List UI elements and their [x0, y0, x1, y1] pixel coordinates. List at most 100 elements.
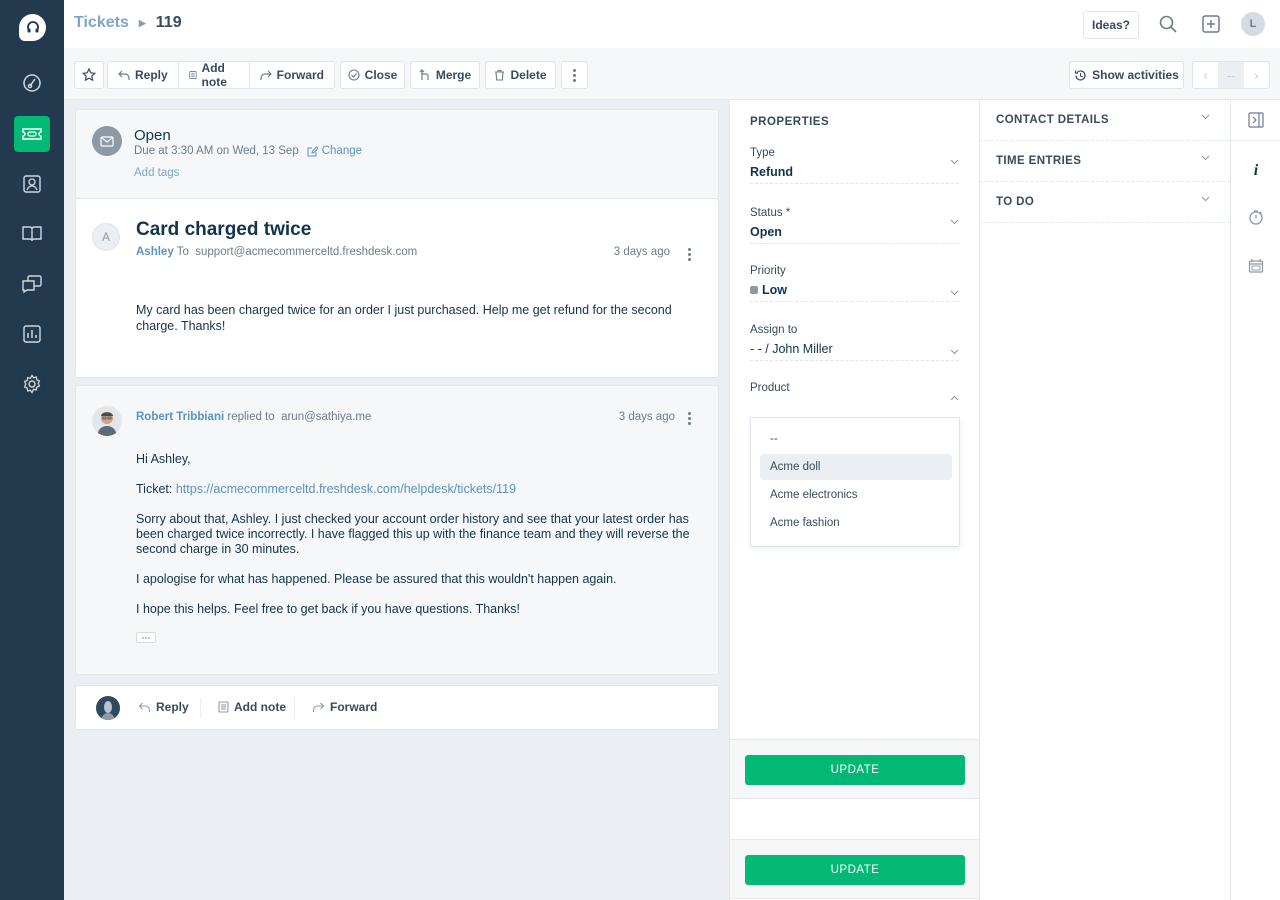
- reply-paragraph: I hope this helps. Feel free to get back…: [136, 602, 521, 616]
- reply-more-icon[interactable]: [682, 410, 696, 426]
- agent-reply-card: Robert Tribbiani replied to arun@sathiya…: [75, 385, 719, 675]
- chevron-down-icon: [950, 290, 959, 296]
- toolbar-close-label: Close: [364, 68, 398, 82]
- chevron-down-icon: [1201, 155, 1210, 161]
- nav-admin[interactable]: [14, 366, 50, 402]
- toolbar-more-button[interactable]: [561, 61, 588, 89]
- collapse-panel-button[interactable]: [1246, 110, 1266, 130]
- change-label: Change: [321, 145, 363, 157]
- add-note-button[interactable]: Add note: [218, 700, 286, 714]
- calendar-button[interactable]: [1246, 256, 1266, 276]
- status-select[interactable]: Open: [750, 212, 959, 244]
- priority-select[interactable]: Low: [750, 270, 959, 302]
- reply-button[interactable]: Reply: [138, 700, 189, 714]
- toolbar-forward-button[interactable]: Forward: [250, 62, 334, 88]
- show-quoted-text-button[interactable]: [136, 632, 156, 643]
- sidebar-widgets: CONTACT DETAILS TIME ENTRIES TO DO: [980, 100, 1230, 900]
- info-icon: i: [1253, 162, 1259, 179]
- update-button[interactable]: UPDATE: [745, 755, 965, 785]
- stopwatch-icon: [1249, 210, 1263, 225]
- top-header: Tickets ▶ 119 Ideas? L: [64, 0, 1280, 48]
- assign-select[interactable]: - - / John Miller: [750, 329, 959, 361]
- to-label: To: [176, 246, 189, 258]
- message-more-icon[interactable]: [682, 246, 696, 262]
- user-avatar[interactable]: L: [1241, 12, 1265, 36]
- properties-title: PROPERTIES: [750, 116, 830, 128]
- product-option[interactable]: Acme doll: [760, 454, 952, 480]
- reply-label: Reply: [156, 700, 189, 714]
- divider: [200, 698, 201, 718]
- agent-name-link[interactable]: Robert Tribbiani: [136, 411, 224, 423]
- speedometer-icon: [23, 74, 41, 92]
- reply-icon: [138, 702, 151, 712]
- freshdesk-logo[interactable]: [19, 14, 46, 41]
- toolbar-add-note-button[interactable]: Add note: [179, 61, 250, 89]
- timer-button[interactable]: [1246, 207, 1266, 227]
- reply-body: Hi Ashley, Ticket: https://acmecommercel…: [136, 452, 706, 632]
- note-icon: [189, 71, 197, 79]
- product-select[interactable]: [750, 388, 959, 410]
- nav-dashboard[interactable]: [14, 65, 50, 101]
- change-due-link[interactable]: Change: [307, 145, 362, 157]
- gear-icon: [23, 374, 41, 394]
- toolbar-merge-button[interactable]: Merge: [410, 61, 480, 89]
- breadcrumb-separator-icon: ▶: [138, 17, 146, 28]
- time-entries-section[interactable]: TIME ENTRIES: [980, 141, 1230, 182]
- type-select[interactable]: Refund: [750, 152, 959, 184]
- toolbar-close-button[interactable]: Close: [340, 61, 405, 89]
- reply-actions-group: Reply Add note Forward: [107, 61, 335, 89]
- type-value: Refund: [750, 165, 794, 179]
- check-circle-icon: [348, 69, 360, 81]
- nav-contacts[interactable]: [14, 166, 50, 202]
- email-source-icon: [92, 126, 122, 156]
- product-option[interactable]: --: [760, 426, 952, 452]
- product-option[interactable]: Acme fashion: [760, 510, 952, 536]
- panel-collapse-icon: [1248, 112, 1264, 128]
- forward-button[interactable]: Forward: [312, 700, 377, 714]
- nav-tickets[interactable]: [14, 116, 50, 152]
- original-message-card: A Card charged twice Ashley To support@a…: [75, 198, 719, 378]
- nav-solutions[interactable]: [14, 216, 50, 252]
- todo-section[interactable]: TO DO: [980, 182, 1230, 223]
- requester-name-link[interactable]: Ashley: [136, 246, 174, 258]
- info-button[interactable]: i: [1246, 161, 1266, 181]
- contact-details-section[interactable]: CONTACT DETAILS: [980, 100, 1230, 141]
- calendar-icon: [1248, 259, 1264, 273]
- breadcrumb-tickets-link[interactable]: Tickets: [74, 14, 129, 32]
- show-activities-button[interactable]: Show activities: [1069, 61, 1184, 89]
- time-entries-title: TIME ENTRIES: [996, 155, 1082, 167]
- search-button[interactable]: [1157, 13, 1179, 35]
- due-line: Due at 3:30 AM on Wed, 13 Sep Change: [134, 145, 362, 157]
- right-rail: i: [1230, 100, 1280, 900]
- toolbar-delete-button[interactable]: Delete: [485, 61, 556, 89]
- edit-icon: [307, 145, 318, 156]
- chevron-right-icon: ›: [1254, 67, 1259, 83]
- search-icon: [1159, 15, 1177, 33]
- priority-value-wrap: Low: [750, 283, 787, 297]
- new-item-button[interactable]: [1200, 13, 1222, 35]
- toolbar-reply-button[interactable]: Reply: [108, 62, 179, 88]
- ideas-button[interactable]: Ideas?: [1083, 11, 1139, 39]
- ticket-url-link[interactable]: https://acmecommerceltd.freshdesk.com/he…: [176, 482, 516, 496]
- add-tags-link[interactable]: Add tags: [134, 167, 179, 179]
- reply-time: 3 days ago: [618, 411, 675, 423]
- next-ticket-button[interactable]: ›: [1244, 62, 1269, 88]
- update-button[interactable]: UPDATE: [745, 855, 965, 885]
- toolbar-merge-label: Merge: [435, 68, 472, 82]
- due-date: Due at 3:30 AM on Wed, 13 Sep: [134, 145, 299, 157]
- ticket-status: Open: [134, 127, 171, 144]
- reply-ticket-line: Ticket: https://acmecommerceltd.freshdes…: [136, 482, 706, 497]
- todo-title: TO DO: [996, 196, 1035, 208]
- assign-value: - - / John Miller: [750, 342, 833, 356]
- merge-icon: [419, 69, 429, 80]
- nav-reports[interactable]: [14, 316, 50, 352]
- star-button[interactable]: [74, 61, 104, 89]
- bar-chart-icon: [23, 325, 41, 343]
- show-activities-label: Show activities: [1092, 68, 1179, 82]
- nav-forums[interactable]: [14, 266, 50, 302]
- product-option[interactable]: Acme electronics: [760, 482, 952, 508]
- reply-icon: [118, 70, 130, 80]
- reply-from-line: Robert Tribbiani replied to arun@sathiya…: [136, 411, 371, 423]
- chat-icon: [22, 275, 42, 293]
- previous-ticket-button[interactable]: ‹: [1193, 62, 1218, 88]
